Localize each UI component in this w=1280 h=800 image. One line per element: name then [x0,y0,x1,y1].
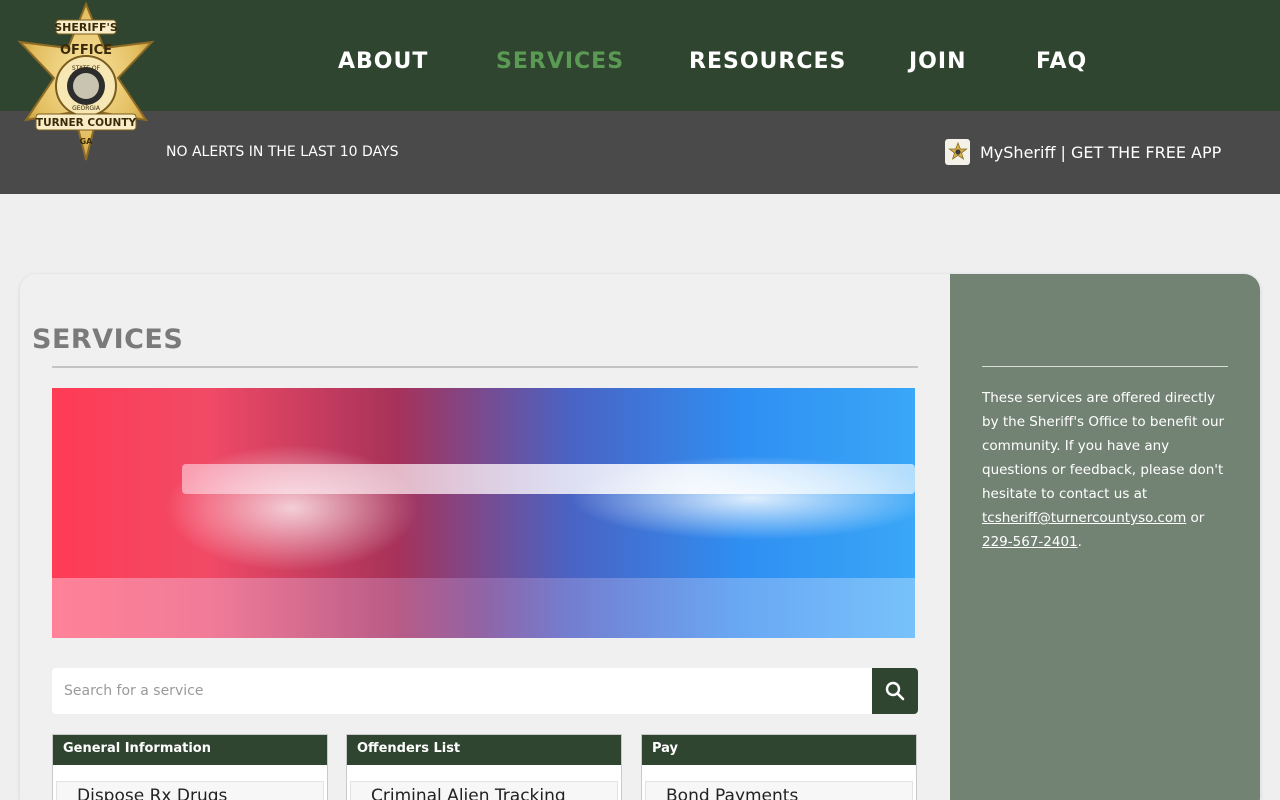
service-item-bond-payments[interactable]: Bond Payments [645,781,913,800]
logo-state: GA [80,137,94,146]
sidebar-or-text: or [1190,510,1205,526]
top-navigation-bar: ABOUT SERVICES RESOURCES JOIN FAQ [0,0,1280,111]
title-divider [52,366,918,368]
logo-ring-top: STATE OF [72,65,101,72]
nav-join[interactable]: JOIN [909,49,967,74]
service-group-pay: Pay Bond Payments [641,734,917,800]
service-item-dispose-rx-drugs[interactable]: Dispose Rx Drugs [56,781,324,800]
service-group-heading: General Information [53,735,327,765]
nav-faq[interactable]: FAQ [1036,49,1087,74]
logo-line-1: SHERIFF'S [54,21,118,34]
service-item-criminal-alien-tracking[interactable]: Criminal Alien Tracking [350,781,618,800]
nav-resources[interactable]: RESOURCES [689,49,846,74]
contact-phone-link[interactable]: 229-567-2401 [982,534,1078,550]
logo-county: TURNER COUNTY [36,117,137,129]
police-lights-banner-image [52,388,915,638]
sidebar-period: . [1077,534,1082,550]
mysheriff-app-text: MySheriff | GET THE FREE APP [980,142,1222,162]
nav-services[interactable]: SERVICES [496,49,624,74]
logo-line-2: OFFICE [60,43,112,58]
sidebar-description: These services are offered directly by t… [982,386,1232,554]
sheriff-badge-logo[interactable]: SHERIFF'S OFFICE STATE OF GEORGIA TURNER… [14,2,158,164]
nav-about[interactable]: ABOUT [338,49,428,74]
light-bar-shape [182,464,915,494]
service-search [52,668,918,714]
sidebar-divider [982,366,1228,367]
banner-glow [52,578,915,638]
search-icon [885,681,905,701]
page-title: SERVICES [32,324,184,355]
logo-ring-bottom: GEORGIA [72,105,101,112]
sheriff-star-icon [945,139,970,165]
service-group-general-information: General Information Dispose Rx Drugs [52,734,328,800]
alert-status-text: NO ALERTS IN THE LAST 10 DAYS [166,144,399,160]
service-group-offenders-list: Offenders List Criminal Alien Tracking [346,734,622,800]
sidebar-intro-text: These services are offered directly by t… [982,390,1225,502]
service-group-heading: Pay [642,735,916,765]
service-group-heading: Offenders List [347,735,621,765]
mysheriff-app-link[interactable]: MySheriff | GET THE FREE APP [945,139,1221,165]
search-input[interactable] [52,668,872,714]
search-button[interactable] [872,668,918,714]
contact-email-link[interactable]: tcsheriff@turnercountyso.com [982,510,1186,526]
